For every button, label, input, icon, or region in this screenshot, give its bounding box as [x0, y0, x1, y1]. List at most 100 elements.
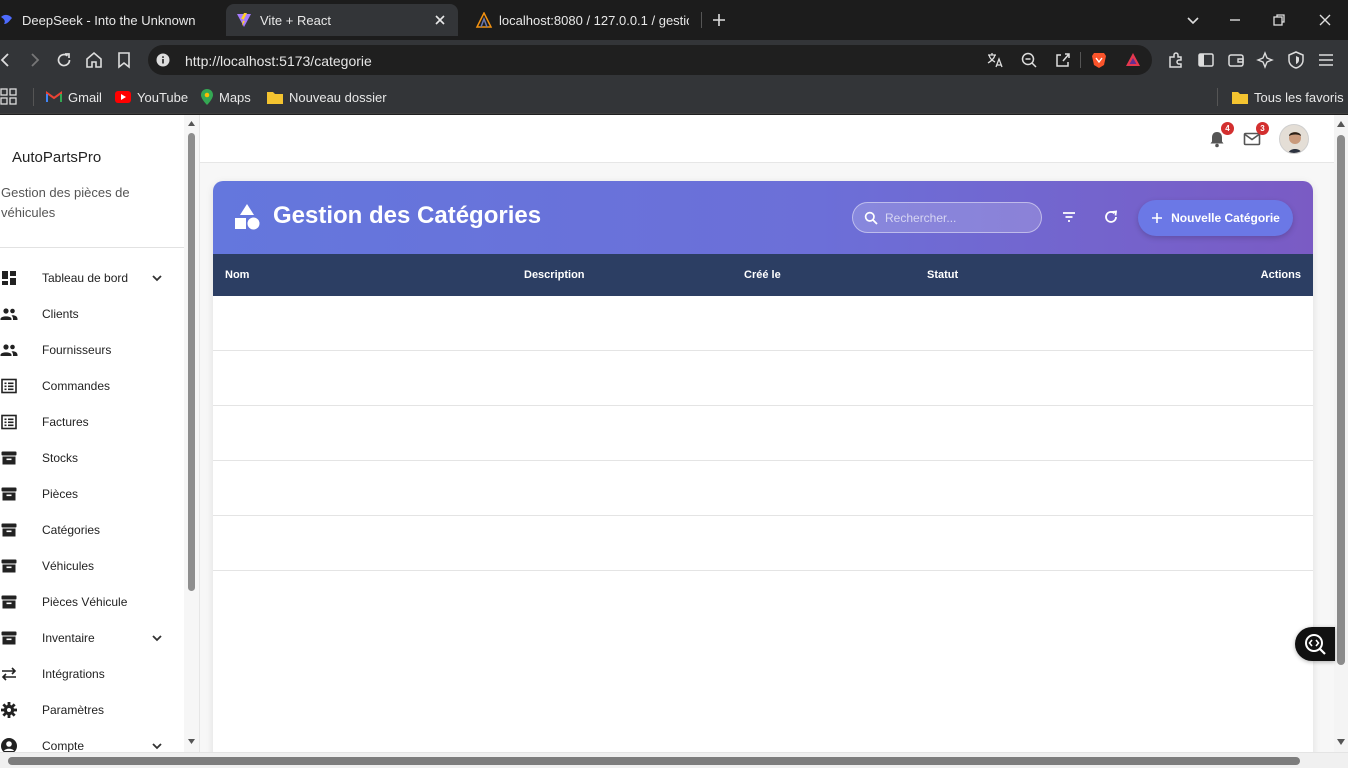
wallet-icon[interactable] [1226, 50, 1246, 70]
chevron-down-icon[interactable] [150, 631, 164, 645]
notifications-badge: 4 [1221, 122, 1234, 135]
main-scrollbar[interactable] [1334, 115, 1348, 755]
bookmarks-bar: Gmail YouTube Maps Nouveau dossier Tous … [0, 80, 1348, 114]
sidebar-item-parametres[interactable]: Paramètres [0, 693, 184, 729]
horizontal-scrollbar[interactable] [0, 752, 1348, 768]
sidebar-item-categories[interactable]: Catégories [0, 513, 184, 549]
page-viewport: AutoPartsPro Gestion des pièces de véhic… [0, 115, 1348, 768]
search-box[interactable] [852, 202, 1042, 233]
vpn-shield-icon[interactable] [1286, 50, 1306, 70]
sidebar-item-label: Stocks [42, 451, 79, 465]
zoom-icon[interactable] [1019, 50, 1039, 70]
tab-separator [701, 12, 702, 28]
new-tab-icon[interactable] [710, 11, 728, 29]
folder-icon [1232, 91, 1248, 104]
chevron-down-icon[interactable] [150, 739, 164, 753]
scroll-up-arrow-icon[interactable] [187, 119, 196, 128]
sidebar-item-integrations[interactable]: Intégrations [0, 657, 184, 693]
back-icon[interactable] [0, 50, 16, 70]
sidebar-toggle-icon[interactable] [1196, 50, 1216, 70]
column-header-description[interactable]: Description [524, 269, 585, 281]
translate-icon[interactable] [985, 50, 1005, 70]
menu-icon[interactable] [1316, 50, 1336, 70]
sidebar-item-pieces-vehicule[interactable]: Pièces Véhicule [0, 585, 184, 621]
brave-rewards-icon[interactable] [1123, 50, 1143, 70]
refresh-icon [1102, 208, 1120, 226]
sidebar-item-commandes[interactable]: Commandes [0, 369, 184, 405]
filter-icon [1060, 208, 1078, 226]
browser-toolbar: http://localhost:5173/categorie [0, 40, 1348, 80]
bookmark-maps[interactable]: Maps [201, 88, 251, 106]
app-subtitle: Gestion des pièces de véhicules [1, 185, 130, 220]
share-icon[interactable] [1053, 50, 1073, 70]
archive-icon [0, 629, 18, 647]
sidebar-item-stocks[interactable]: Stocks [0, 441, 184, 477]
table-row [213, 461, 1313, 516]
folder-icon [267, 91, 283, 104]
bookmark-separator [33, 88, 34, 106]
sidebar-scrollbar[interactable] [184, 115, 199, 755]
devtools-floating-button[interactable] [1295, 627, 1335, 661]
table-row [213, 351, 1313, 406]
messages-button[interactable]: 3 [1242, 122, 1269, 149]
column-header-statut[interactable]: Statut [927, 269, 958, 281]
bookmark-label: YouTube [137, 89, 189, 105]
leo-ai-icon[interactable] [1256, 50, 1276, 70]
tab-phpmyadmin[interactable]: localhost:8080 / 127.0.0.1 / gestion_ [466, 4, 702, 36]
minimize-icon[interactable] [1226, 11, 1244, 29]
brave-shields-icon[interactable] [1089, 50, 1109, 70]
bookmark-folder-nouveau-dossier[interactable]: Nouveau dossier [267, 88, 387, 106]
horizontal-scrollbar-thumb[interactable] [8, 757, 1300, 765]
sidebar-item-label: Tableau de bord [42, 271, 129, 285]
archive-icon [0, 593, 18, 611]
tab-title: DeepSeek - Into the Unknown [22, 13, 196, 28]
main-scrollbar-thumb[interactable] [1337, 135, 1345, 665]
bookmark-all-favorites[interactable]: Tous les favoris [1232, 88, 1344, 106]
address-bar[interactable]: http://localhost:5173/categorie [148, 45, 1152, 75]
sidebar-item-fournisseurs[interactable]: Fournisseurs [0, 333, 184, 369]
sidebar-scrollbar-thumb[interactable] [188, 133, 195, 591]
bookmark-label: Nouveau dossier [289, 89, 387, 105]
dashboard-icon [0, 269, 18, 287]
scroll-down-arrow-icon[interactable] [1336, 737, 1346, 747]
code-search-icon [1303, 632, 1327, 656]
forward-icon[interactable] [24, 50, 44, 70]
scroll-up-arrow-icon[interactable] [1336, 119, 1346, 129]
sidebar-item-inventaire[interactable]: Inventaire [0, 621, 184, 657]
sidebar-item-pieces[interactable]: Pièces [0, 477, 184, 513]
sidebar-item-label: Véhicules [42, 559, 95, 573]
app-topbar: 4 3 [200, 115, 1335, 163]
new-category-button[interactable]: Nouvelle Catégorie [1138, 200, 1293, 236]
url-text[interactable]: http://localhost:5173/categorie [185, 53, 372, 69]
scroll-down-arrow-icon[interactable] [187, 737, 196, 746]
chevron-down-icon[interactable] [150, 271, 164, 285]
sidebar-item-vehicules[interactable]: Véhicules [0, 549, 184, 585]
extensions-icon[interactable] [1166, 50, 1186, 70]
sidebar-item-label: Paramètres [42, 703, 105, 717]
filter-button[interactable] [1060, 208, 1078, 226]
user-avatar[interactable] [1279, 124, 1309, 154]
refresh-button[interactable] [1102, 208, 1120, 226]
site-info-icon[interactable] [156, 53, 170, 67]
tab-vite-react[interactable]: Vite + React [226, 4, 458, 36]
tab-deepseek[interactable]: DeepSeek - Into the Unknown [0, 4, 222, 36]
app-brand[interactable]: AutoPartsPro [12, 149, 101, 166]
search-input[interactable] [885, 209, 1035, 227]
close-window-icon[interactable] [1316, 11, 1334, 29]
new-category-label: Nouvelle Catégorie [1171, 211, 1280, 225]
reload-icon[interactable] [54, 50, 74, 70]
column-header-nom[interactable]: Nom [225, 269, 249, 281]
restore-icon[interactable] [1270, 11, 1288, 29]
sidebar-item-clients[interactable]: Clients [0, 297, 184, 333]
bookmark-gmail[interactable]: Gmail [46, 88, 102, 106]
sidebar-item-tableau-de-bord[interactable]: Tableau de bord [0, 261, 184, 297]
tab-list-chevron-icon[interactable] [1184, 11, 1202, 29]
home-icon[interactable] [84, 50, 104, 70]
close-tab-icon[interactable] [432, 12, 448, 28]
notifications-button[interactable]: 4 [1207, 122, 1234, 149]
apps-grid-icon[interactable] [0, 88, 18, 106]
column-header-cree-le[interactable]: Créé le [744, 269, 781, 281]
bookmark-youtube[interactable]: YouTube [115, 88, 188, 106]
sidebar-item-factures[interactable]: Factures [0, 405, 184, 441]
bookmark-icon[interactable] [114, 50, 134, 70]
